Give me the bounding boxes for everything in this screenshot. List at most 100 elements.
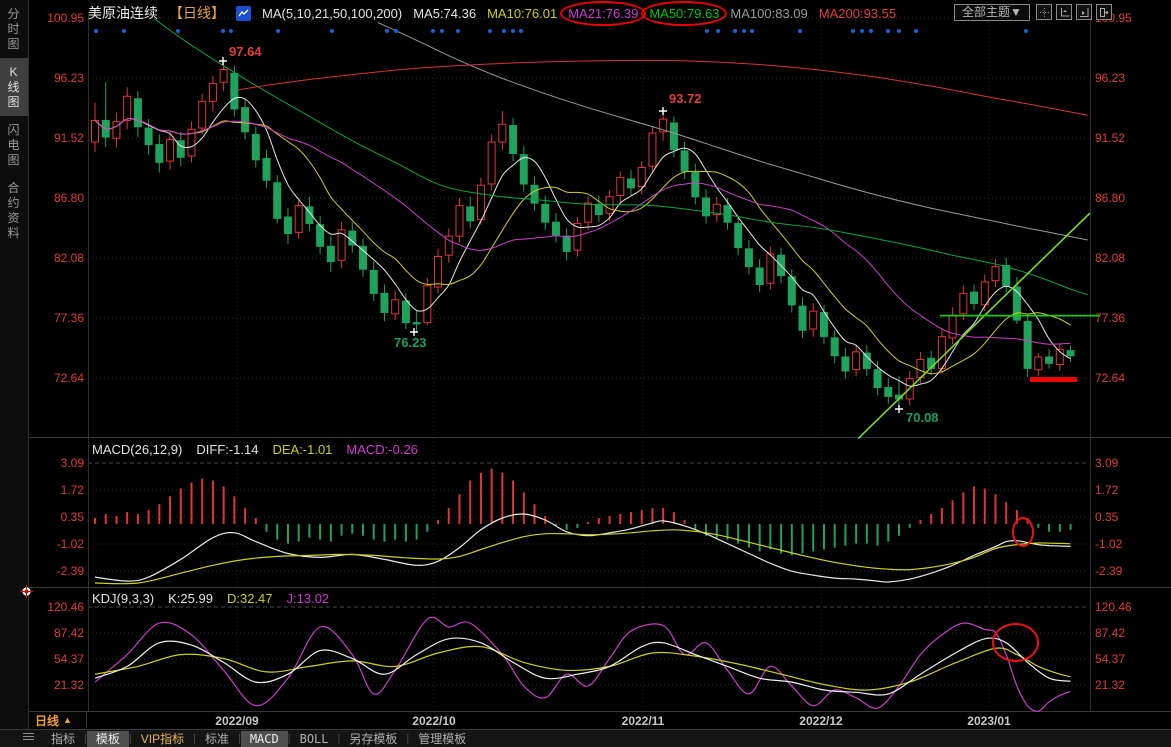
svg-text:72.64: 72.64 bbox=[54, 371, 84, 385]
chart-canvas: 97.6493.7276.2370.08100.95100.9596.2396.… bbox=[0, 0, 1171, 747]
svg-text:96.23: 96.23 bbox=[54, 71, 84, 85]
svg-text:2022/12: 2022/12 bbox=[799, 714, 843, 728]
instrument-title: 美原油连续 bbox=[88, 3, 158, 23]
svg-text:54.37: 54.37 bbox=[1095, 652, 1125, 666]
chevron-up-icon: ▲ bbox=[63, 715, 72, 725]
ma-lines bbox=[95, 19, 1088, 387]
svg-text:77.36: 77.36 bbox=[54, 311, 84, 325]
svg-text:87.42: 87.42 bbox=[1095, 626, 1125, 640]
ma-values: MA5:74.36 MA10:76.01 MA21:76.39 MA50:79.63 M… bbox=[413, 6, 896, 21]
sidebar-tab-4[interactable]: 合约资料 bbox=[0, 174, 28, 247]
svg-text:-2.39: -2.39 bbox=[1095, 564, 1123, 578]
period-selector-label: 日线 bbox=[35, 712, 59, 729]
svg-text:120.46: 120.46 bbox=[47, 600, 84, 614]
crosshair-icon[interactable] bbox=[1036, 4, 1052, 20]
candlesticks bbox=[92, 60, 1075, 411]
kdj-j-value: J:13.02 bbox=[287, 591, 330, 606]
toolbar-item-6[interactable]: BOLL bbox=[291, 731, 338, 747]
kdj-k-line bbox=[95, 638, 1071, 695]
toolbar-item-3[interactable]: VIP指标 bbox=[132, 731, 193, 747]
macd-title: MACD(26,12,9) bbox=[92, 442, 182, 457]
app-window: 97.6493.7276.2370.08100.95100.9596.2396.… bbox=[0, 0, 1171, 747]
svg-text:2022/11: 2022/11 bbox=[622, 714, 665, 728]
svg-text:86.80: 86.80 bbox=[1095, 191, 1125, 205]
svg-text:86.80: 86.80 bbox=[54, 191, 84, 205]
alert-flash-icon[interactable] bbox=[20, 585, 33, 598]
svg-text:77.36: 77.36 bbox=[1095, 311, 1125, 325]
chart-legend: 美原油连续 【日线】 MA(5,10,21,50,100,200) MA5:74… bbox=[88, 3, 896, 23]
svg-text:96.23: 96.23 bbox=[1095, 71, 1125, 85]
grid-lines bbox=[0, 14, 1171, 712]
toolbar-item-5[interactable]: MACD bbox=[241, 731, 288, 747]
svg-text:21.32: 21.32 bbox=[1095, 678, 1125, 692]
svg-text:2023/01: 2023/01 bbox=[967, 714, 1011, 728]
macd-header: MACD(26,12,9) DIFF:-1.14 DEA:-1.01 MACD:… bbox=[92, 442, 418, 457]
toolbar-item-8[interactable]: 管理模板 bbox=[409, 731, 475, 747]
window-buttons bbox=[1036, 4, 1112, 20]
axis-labels: 100.95100.9596.2396.2391.5291.5286.8086.… bbox=[47, 11, 1132, 728]
svg-text:2022/10: 2022/10 bbox=[412, 714, 456, 728]
kline-chart-icon[interactable] bbox=[236, 6, 251, 21]
svg-text:21.32: 21.32 bbox=[54, 678, 84, 692]
svg-text:82.08: 82.08 bbox=[54, 251, 84, 265]
sidebar-tab-2[interactable]: K线图 bbox=[0, 58, 28, 116]
axis-scale-left-icon[interactable] bbox=[1056, 4, 1072, 20]
svg-text:3.09: 3.09 bbox=[61, 456, 85, 470]
svg-text:91.52: 91.52 bbox=[1095, 131, 1125, 145]
kdj-d-value: D:32.47 bbox=[227, 591, 273, 606]
sidebar-tab-1[interactable]: 分时图 bbox=[0, 0, 28, 58]
toolbar-item-2[interactable]: 模板 bbox=[87, 731, 129, 747]
pop-out-icon[interactable] bbox=[1096, 4, 1112, 20]
svg-text:1.72: 1.72 bbox=[61, 483, 85, 497]
svg-text:120.46: 120.46 bbox=[1095, 600, 1132, 614]
red-underline-annotation bbox=[1030, 377, 1077, 382]
macd-diff-line bbox=[95, 514, 1071, 582]
macd-panel bbox=[95, 469, 1071, 584]
svg-text:-2.39: -2.39 bbox=[57, 564, 85, 578]
price-annotations: 97.64 93.72 76.23 70.08 bbox=[219, 44, 1077, 425]
toolbar-item-4[interactable]: 标准 bbox=[196, 731, 238, 747]
svg-text:70.08: 70.08 bbox=[906, 410, 939, 425]
axis-scale-right-icon[interactable] bbox=[1076, 4, 1092, 20]
svg-text:100.95: 100.95 bbox=[47, 11, 84, 25]
svg-text:0.35: 0.35 bbox=[61, 510, 85, 524]
kdj-d-line bbox=[95, 646, 1071, 690]
period-selector[interactable]: 日线 ▲ bbox=[29, 712, 87, 728]
kdj-header: KDJ(9,3,3) K:25.99 D:32.47 J:13.02 bbox=[92, 591, 329, 606]
menu-icon[interactable] bbox=[23, 733, 34, 741]
ma-value-3: MA21:76.39 bbox=[568, 6, 638, 21]
period-tag: 【日线】 bbox=[169, 3, 225, 23]
toolbar-item-7[interactable]: 另存模板 bbox=[340, 731, 406, 747]
ma-value-1: MA5:74.36 bbox=[413, 6, 476, 21]
svg-text:93.72: 93.72 bbox=[669, 91, 702, 106]
svg-text:91.52: 91.52 bbox=[54, 131, 84, 145]
bottom-toolbar: 指标|模板|VIP指标|标准|MACD|BOLL|另存模板|管理模板 bbox=[0, 729, 1171, 747]
svg-text:2022/09: 2022/09 bbox=[215, 714, 259, 728]
svg-text:82.08: 82.08 bbox=[1095, 251, 1125, 265]
kdj-title: KDJ(9,3,3) bbox=[92, 591, 154, 606]
sidebar-tab-3[interactable]: 闪电图 bbox=[0, 116, 28, 174]
svg-text:76.23: 76.23 bbox=[394, 335, 427, 350]
svg-text:72.64: 72.64 bbox=[1095, 371, 1125, 385]
event-dots bbox=[94, 29, 1028, 33]
ma-value-2: MA10:76.01 bbox=[487, 6, 557, 21]
toolbar-item-1[interactable]: 指标 bbox=[42, 731, 84, 747]
drawn-trendlines[interactable] bbox=[858, 213, 1100, 438]
svg-text:-1.02: -1.02 bbox=[1095, 537, 1123, 551]
kdj-k-value: K:25.99 bbox=[168, 591, 213, 606]
ma-value-4: MA50:79.63 bbox=[649, 6, 719, 21]
theme-dropdown-button[interactable]: 全部主题▼ bbox=[954, 4, 1030, 21]
macd-diff-value: DIFF:-1.14 bbox=[196, 442, 258, 457]
svg-text:87.42: 87.42 bbox=[54, 626, 84, 640]
left-sidebar: 分时图K线图闪电图合约资料 bbox=[0, 0, 29, 747]
svg-text:-1.02: -1.02 bbox=[57, 537, 85, 551]
kdj-panel bbox=[95, 617, 1071, 711]
svg-text:97.64: 97.64 bbox=[229, 44, 262, 59]
macd-macd-value: MACD:-0.26 bbox=[346, 442, 418, 457]
svg-text:54.37: 54.37 bbox=[54, 652, 84, 666]
svg-text:3.09: 3.09 bbox=[1095, 456, 1119, 470]
ma-group-label: MA(5,10,21,50,100,200) bbox=[262, 6, 402, 21]
svg-text:1.72: 1.72 bbox=[1095, 483, 1119, 497]
ma-value-6: MA200:93.55 bbox=[819, 6, 896, 21]
macd-dea-value: DEA:-1.01 bbox=[272, 442, 332, 457]
